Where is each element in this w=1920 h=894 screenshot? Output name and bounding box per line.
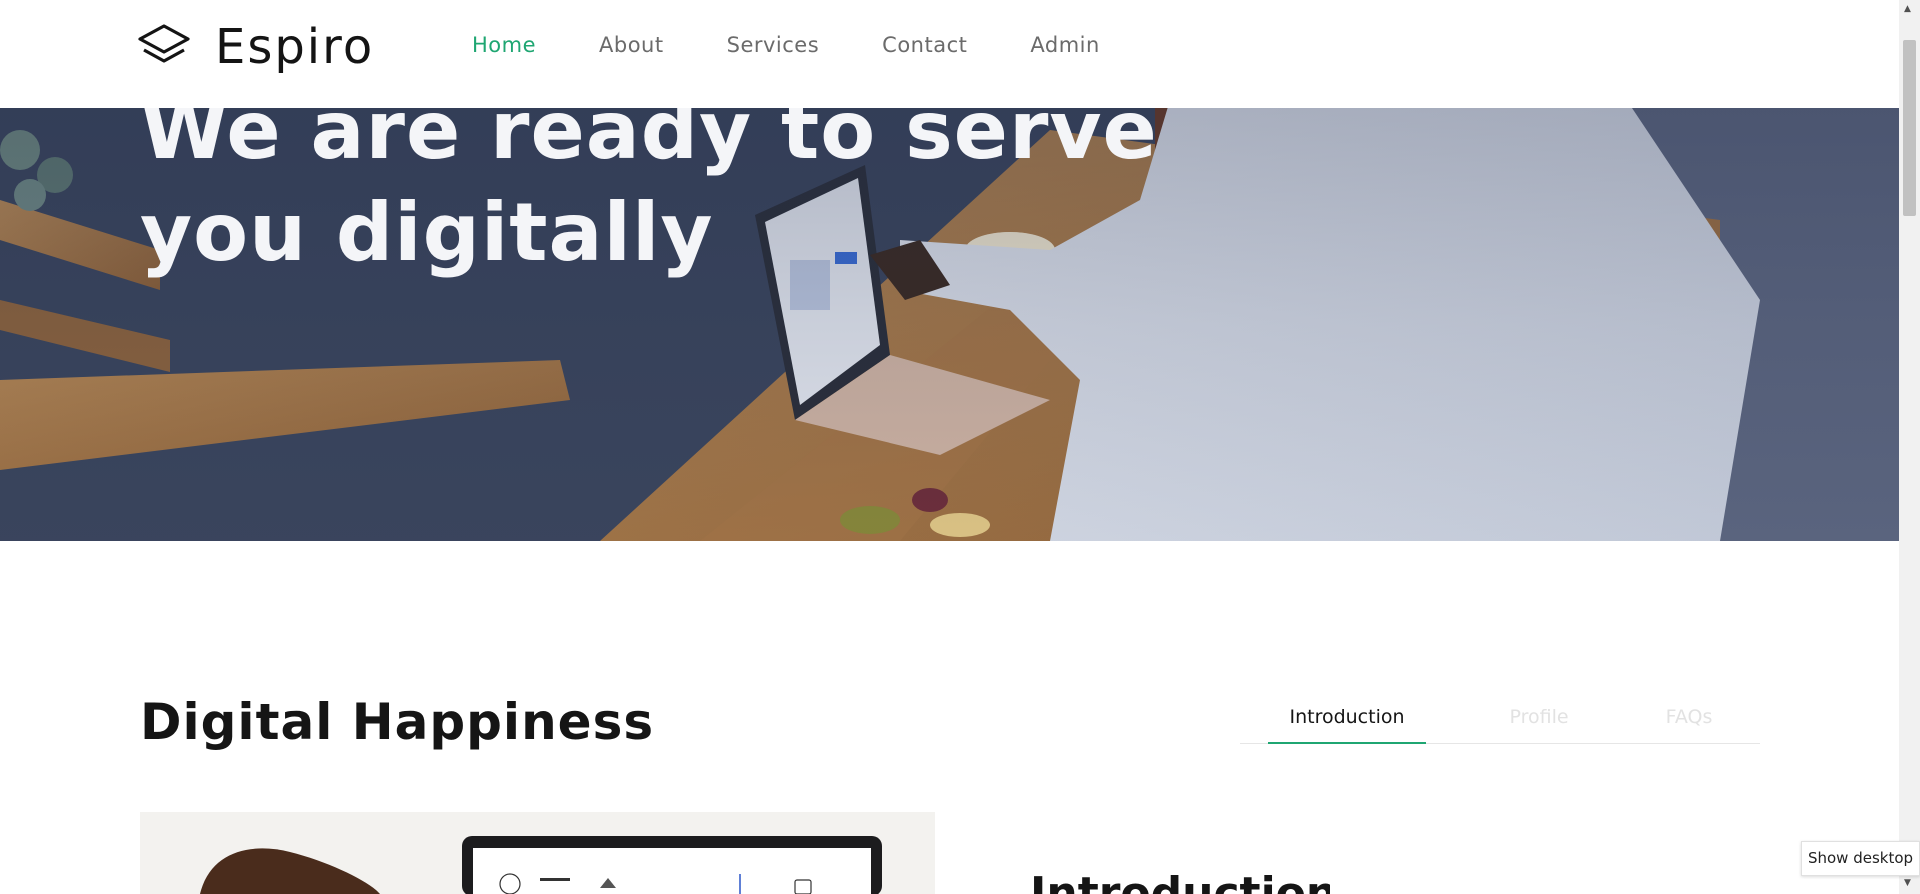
nav-item-admin[interactable]: Admin (1030, 31, 1099, 59)
nav-item-contact[interactable]: Contact (882, 31, 967, 59)
scroll-up-icon[interactable]: ▲ (1904, 4, 1911, 14)
show-desktop-tooltip: Show desktop (1801, 841, 1920, 876)
nav-item-services[interactable]: Services (727, 31, 820, 59)
brand-logo[interactable]: Espiro (137, 20, 374, 74)
content-image (140, 812, 935, 894)
section-title: Digital Happiness (140, 693, 655, 751)
site-header: Espiro Home About Services Contact Admin (0, 0, 1899, 108)
content-image-art (140, 812, 935, 894)
layers-icon (138, 24, 190, 63)
tab-introduction[interactable]: Introduction (1268, 700, 1426, 744)
nav-item-home[interactable]: Home (472, 31, 536, 59)
main-nav: Home About Services Contact Admin (472, 31, 1163, 59)
tab-profile[interactable]: Profile (1489, 700, 1589, 744)
page-scrollbar[interactable]: ▲ ▼ (1899, 0, 1920, 894)
hero-title: We are ready to serve you digitally (140, 84, 1158, 279)
panel-heading: Introduction (1030, 868, 1330, 894)
nav-item-about[interactable]: About (599, 31, 664, 59)
scroll-thumb[interactable] (1903, 40, 1916, 216)
tab-faqs[interactable]: FAQs (1644, 700, 1734, 744)
scroll-down-icon[interactable]: ▼ (1904, 878, 1911, 888)
tab-bar: Introduction Profile FAQs (1240, 700, 1760, 744)
brand-name: Espiro (215, 19, 375, 75)
